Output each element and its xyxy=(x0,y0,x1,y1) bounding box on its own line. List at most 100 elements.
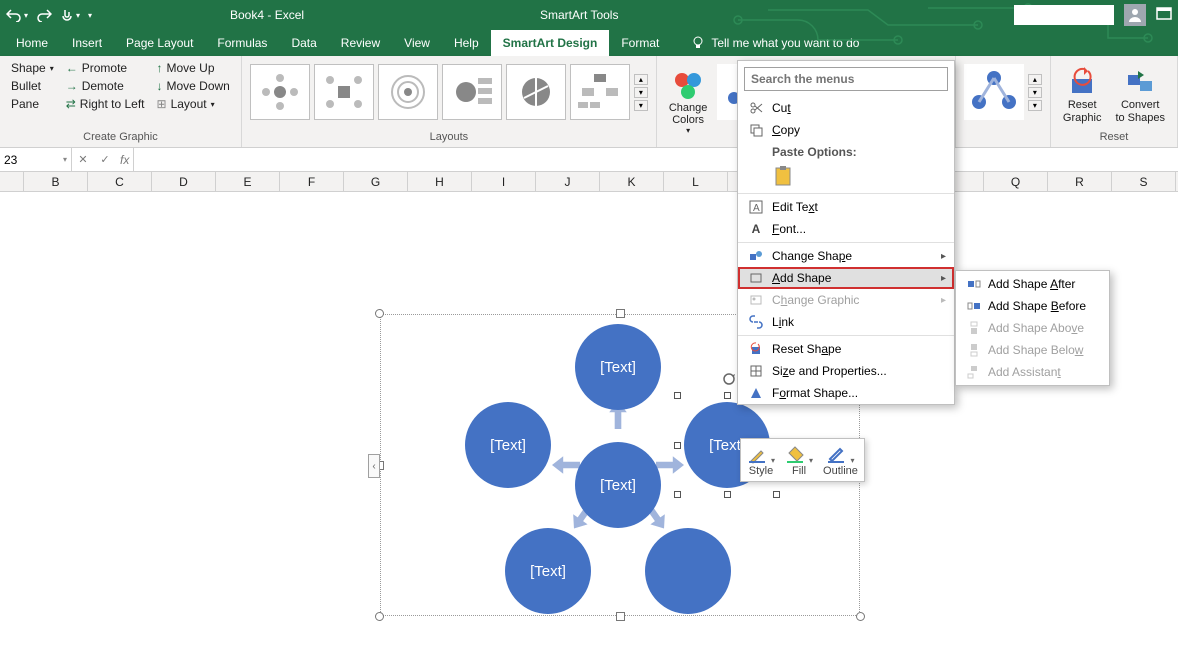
layout-thumb-6[interactable] xyxy=(570,64,630,120)
mini-style-btn[interactable]: ▾ Style xyxy=(747,443,775,477)
tab-insert[interactable]: Insert xyxy=(60,30,114,56)
col-H[interactable]: H xyxy=(408,172,472,191)
col-C[interactable]: C xyxy=(88,172,152,191)
reset-shape-icon xyxy=(749,342,763,356)
smartart-node-left[interactable]: [Text] xyxy=(465,402,551,488)
rotate-handle-icon[interactable] xyxy=(722,372,736,386)
styles-scroll-up[interactable]: ▴ xyxy=(1028,74,1042,85)
layouts-more[interactable]: ▾ xyxy=(634,100,648,111)
column-headers: B C D E F G H I J K L Q R S xyxy=(0,172,1178,192)
fx-label[interactable]: fx xyxy=(116,153,133,167)
layout-thumb-1[interactable] xyxy=(250,64,310,120)
layout-btn[interactable]: ⊞Layout ▾ xyxy=(154,96,233,112)
ribbon: Shape ▾ Bullet Pane ←Promote →Demote ⇄Ri… xyxy=(0,56,1178,148)
user-name-box[interactable] xyxy=(1014,5,1114,25)
col-D[interactable]: D xyxy=(152,172,216,191)
qat-customize[interactable]: ▾ xyxy=(88,11,92,20)
cm-edit-text[interactable]: AEdit Text xyxy=(738,196,954,218)
pane-btn[interactable]: Pane xyxy=(8,96,57,112)
cm-add-shape[interactable]: Add Shape▸ xyxy=(738,267,954,289)
svg-text:A: A xyxy=(753,203,760,214)
layout-thumb-3[interactable] xyxy=(378,64,438,120)
add-after-icon xyxy=(967,277,981,291)
copy-icon xyxy=(749,123,763,137)
cm-change-shape[interactable]: Change Shape▸ xyxy=(738,245,954,267)
tab-home[interactable]: Home xyxy=(4,30,60,56)
change-shape-icon xyxy=(749,249,763,263)
qat-undo[interactable]: ▾ xyxy=(6,8,28,22)
tab-view[interactable]: View xyxy=(392,30,442,56)
group-reset: Reset Graphic Convert to Shapes Reset xyxy=(1051,56,1178,147)
mini-fill-btn[interactable]: ▾ Fill xyxy=(785,443,813,477)
col-K[interactable]: K xyxy=(600,172,664,191)
col-J[interactable]: J xyxy=(536,172,600,191)
layouts-scroll-down[interactable]: ▾ xyxy=(634,87,648,98)
add-bullet-btn[interactable]: Bullet xyxy=(8,78,57,94)
mini-outline-btn[interactable]: ▾ Outline xyxy=(823,443,858,477)
select-all-corner[interactable] xyxy=(0,172,24,191)
smartart-node-br[interactable] xyxy=(645,528,731,614)
cm-reset-shape[interactable]: Reset Shape xyxy=(738,338,954,360)
add-shape-btn[interactable]: Shape ▾ xyxy=(8,60,57,76)
cm-format-shape[interactable]: Format Shape... xyxy=(738,382,954,404)
group-label-create: Create Graphic xyxy=(8,131,233,145)
cm-font[interactable]: AFont... xyxy=(738,218,954,240)
change-colors-icon xyxy=(672,70,704,102)
tab-help[interactable]: Help xyxy=(442,30,491,56)
add-above-icon xyxy=(967,321,981,335)
smartart-node-top[interactable]: [Text] xyxy=(575,324,661,410)
tab-format[interactable]: Format xyxy=(609,30,671,56)
cm-cut[interactable]: Cut xyxy=(738,97,954,119)
qat-redo[interactable] xyxy=(36,8,52,22)
sub-add-after[interactable]: Add Shape After xyxy=(956,273,1109,295)
cm-paste-option[interactable] xyxy=(738,161,954,191)
qat-touch[interactable]: ▾ xyxy=(60,8,80,22)
tab-page-layout[interactable]: Page Layout xyxy=(114,30,205,56)
sub-add-above: Add Shape Above xyxy=(956,317,1109,339)
tab-review[interactable]: Review xyxy=(329,30,392,56)
tab-formulas[interactable]: Formulas xyxy=(205,30,279,56)
styles-more[interactable]: ▾ xyxy=(1028,100,1042,111)
rtl-btn[interactable]: ⇄Right to Left xyxy=(63,96,148,112)
col-B[interactable]: B xyxy=(24,172,88,191)
col-E[interactable]: E xyxy=(216,172,280,191)
styles-scroll-down[interactable]: ▾ xyxy=(1028,87,1042,98)
layouts-scroll-up[interactable]: ▴ xyxy=(634,74,648,85)
menu-search[interactable] xyxy=(744,67,948,91)
cm-link[interactable]: Link xyxy=(738,311,954,333)
sub-add-before[interactable]: Add Shape Before xyxy=(956,295,1109,317)
col-G[interactable]: G xyxy=(344,172,408,191)
cancel-btn[interactable]: ✕ xyxy=(72,153,94,166)
layout-thumb-2[interactable] xyxy=(314,64,374,120)
reset-graphic-btn[interactable]: Reset Graphic xyxy=(1059,60,1106,131)
cm-size-properties[interactable]: Size and Properties... xyxy=(738,360,954,382)
smartart-center[interactable]: [Text] xyxy=(575,442,661,528)
col-L[interactable]: L xyxy=(664,172,728,191)
ribbon-display-options[interactable] xyxy=(1156,7,1172,24)
tab-data[interactable]: Data xyxy=(279,30,328,56)
col-Q[interactable]: Q xyxy=(984,172,1048,191)
col-S[interactable]: S xyxy=(1112,172,1176,191)
move-down-btn[interactable]: ↓Move Down xyxy=(154,78,233,94)
user-avatar[interactable] xyxy=(1124,4,1146,26)
cm-copy[interactable]: Copy xyxy=(738,119,954,141)
smartart-node-bl[interactable]: [Text] xyxy=(505,528,591,614)
layout-thumb-5[interactable] xyxy=(506,64,566,120)
promote-btn[interactable]: ←Promote xyxy=(63,60,148,76)
layout-thumb-4[interactable] xyxy=(442,64,502,120)
move-up-btn[interactable]: ↑Move Up xyxy=(154,60,233,76)
convert-icon xyxy=(1124,67,1156,99)
enter-btn[interactable]: ✓ xyxy=(94,153,116,166)
demote-btn[interactable]: →Demote xyxy=(63,78,148,94)
formula-input[interactable] xyxy=(133,148,1178,171)
col-R[interactable]: R xyxy=(1048,172,1112,191)
convert-btn[interactable]: Convert to Shapes xyxy=(1111,60,1169,131)
name-box[interactable]: 23▾ xyxy=(0,148,72,171)
style-thumb-last[interactable] xyxy=(964,64,1024,120)
group-styles-right: ▴ ▾ ▾ xyxy=(955,56,1051,147)
col-F[interactable]: F xyxy=(280,172,344,191)
change-colors-btn[interactable]: Change Colors ▾ xyxy=(665,60,712,145)
text-pane-toggle[interactable]: ‹ xyxy=(368,454,380,478)
tab-smartart-design[interactable]: SmartArt Design xyxy=(491,30,610,56)
col-I[interactable]: I xyxy=(472,172,536,191)
